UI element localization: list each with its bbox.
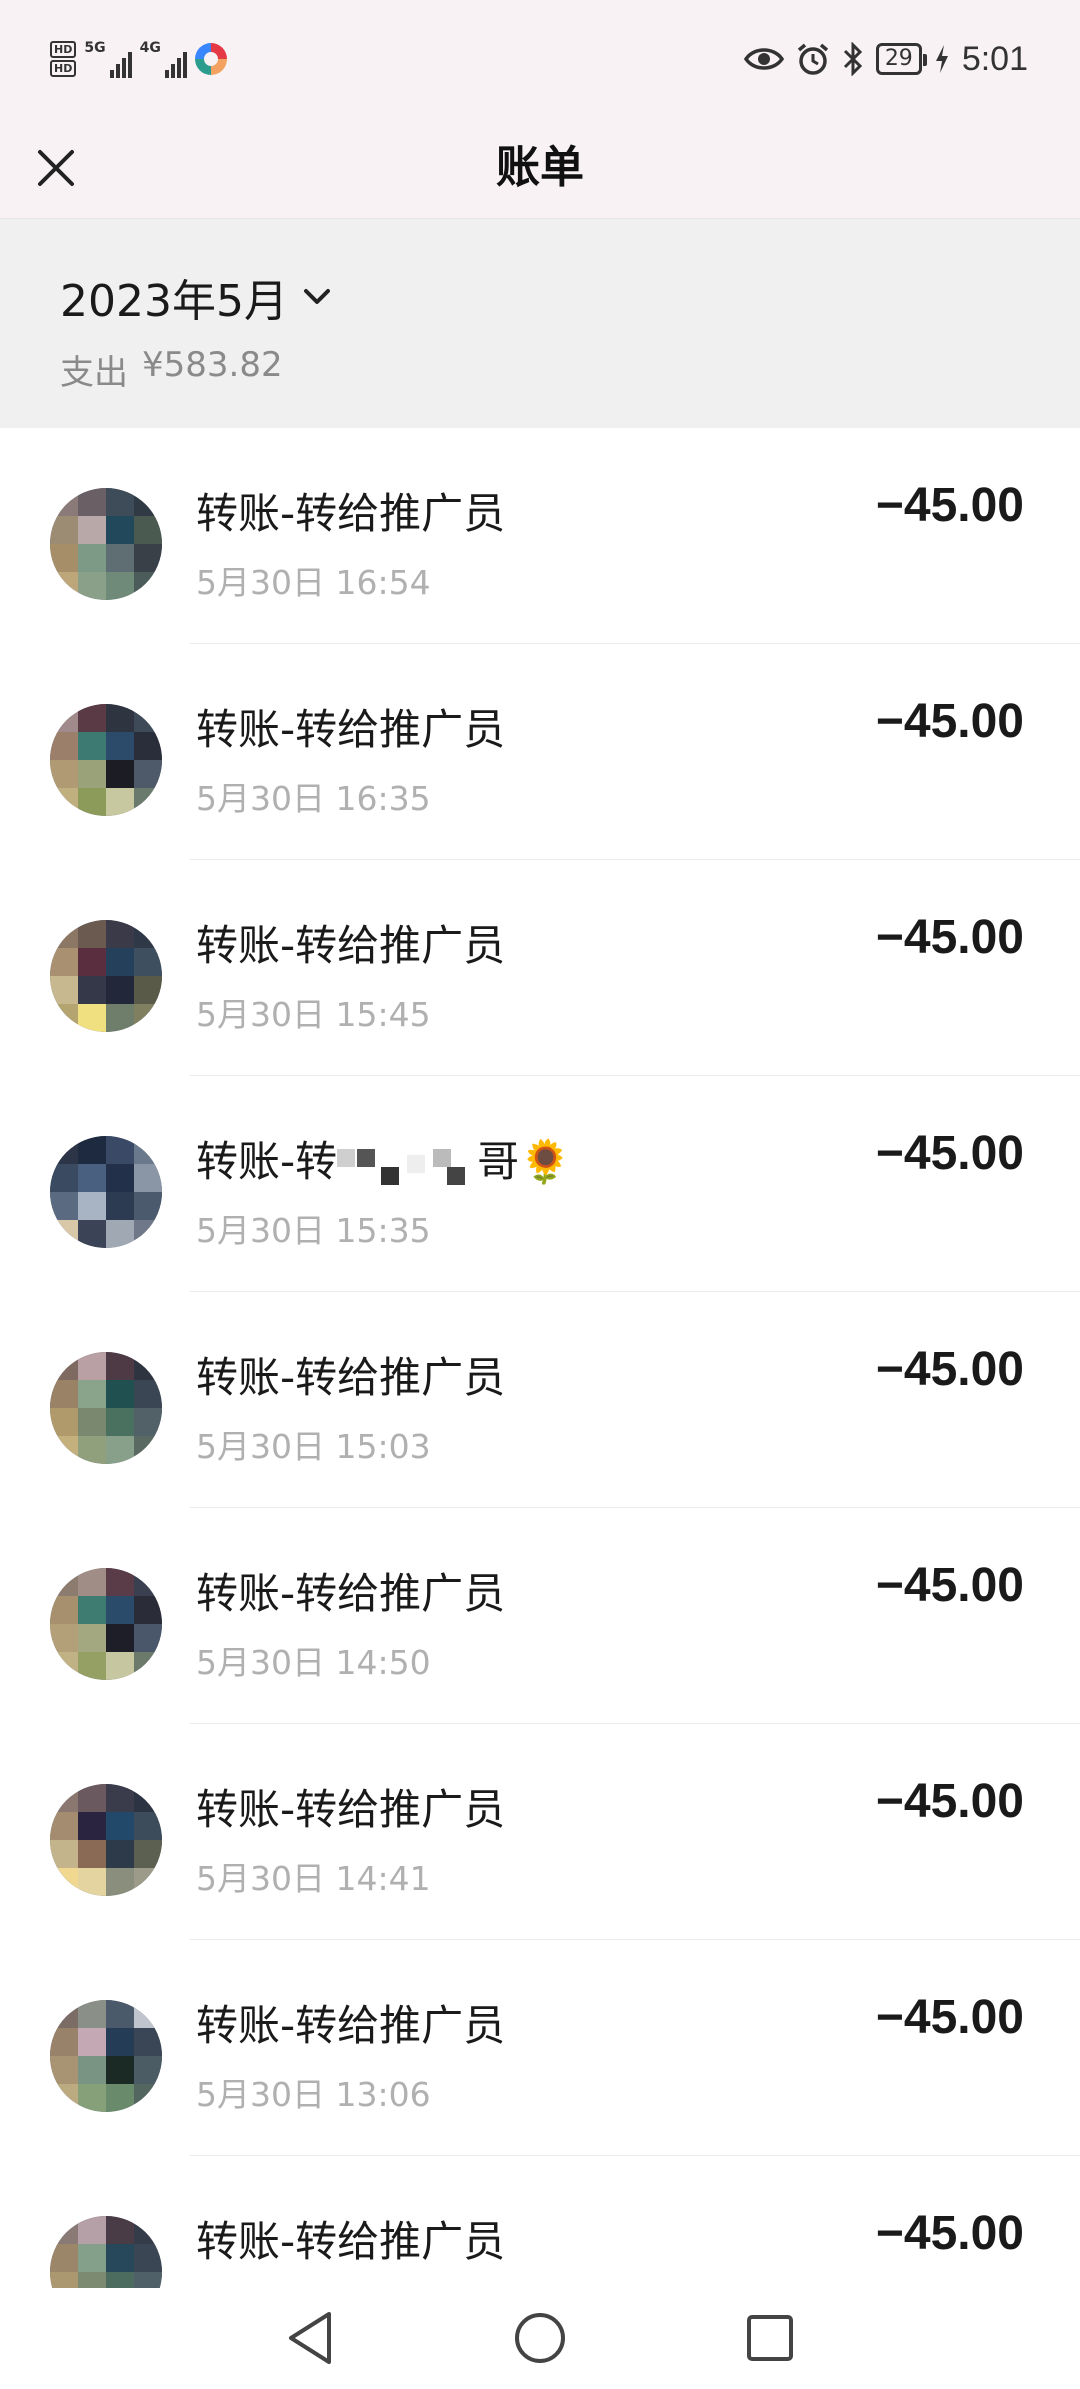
transaction-amount: −45.00 (875, 1991, 1024, 2044)
hd-indicators: HD HD (50, 41, 77, 77)
transaction-time: 5月30日 16:54 (196, 563, 431, 602)
back-triangle-icon (289, 2312, 331, 2364)
month-label: 2023年5月 (60, 276, 288, 327)
expense-summary: 支出 ¥583.82 (60, 345, 283, 394)
transaction-amount: −45.00 (875, 1343, 1024, 1396)
hd-tag: HD (50, 60, 77, 77)
battery-indicator: 29 (875, 43, 927, 75)
transaction-amount: −45.00 (875, 479, 1024, 532)
transaction-amount: −45.00 (875, 695, 1024, 748)
transaction-title: 转账-转给推广员 (196, 921, 506, 970)
transaction-time: 5月30日 13:06 (196, 2075, 431, 2114)
transaction-row[interactable]: 转账-转给推广员 5月30日 15:03 −45.00 (0, 1292, 1080, 1508)
transaction-title: 转账-转给推广员 (196, 1785, 506, 1834)
signal-4g-icon: 4G (140, 40, 187, 78)
header: 账单 (0, 118, 1080, 218)
transaction-row[interactable]: 转账-转给推广员 5月30日 16:35 −45.00 (0, 644, 1080, 860)
transaction-time: 5月30日 15:35 (196, 1211, 431, 1250)
chevron-down-icon (303, 289, 330, 304)
month-picker[interactable]: 2023年5月 (60, 267, 332, 327)
transaction-amount: −45.00 (875, 911, 1024, 964)
bluetooth-icon (843, 42, 862, 76)
transaction-title: 转账-转给推广员 (196, 2217, 506, 2266)
transaction-list: 转账-转给推广员 5月30日 16:54 −45.00 转账-转给推广员 5月3… (0, 428, 1080, 2288)
transaction-row[interactable]: 转账-转给推广员 5月30日 15:45 −45.00 (0, 860, 1080, 1076)
charging-bolt-icon (935, 45, 948, 73)
transaction-title: 转账-转给推广员 (196, 1353, 506, 1402)
expense-amount: ¥583.82 (142, 345, 283, 385)
transaction-time: 5月30日 14:50 (196, 1643, 431, 1682)
network-type-label: 5G (84, 40, 106, 56)
transaction-row[interactable]: 转账-转给推广员 5月30日 14:50 −45.00 (0, 1508, 1080, 1724)
transaction-amount: −45.00 (875, 1559, 1024, 1612)
expense-label: 支出 (60, 353, 128, 393)
nav-home-button[interactable] (508, 2306, 572, 2370)
signal-5g-icon: 5G (84, 40, 132, 78)
nav-recents-button[interactable] (738, 2306, 802, 2370)
home-circle-icon (515, 2313, 565, 2363)
app-notification-icon (194, 43, 227, 75)
redacted-name (337, 1145, 477, 1185)
avatar (50, 1352, 162, 1464)
avatar (50, 2216, 162, 2288)
transaction-row[interactable]: 转账-转给推广员 5月30日 14:41 −45.00 (0, 1724, 1080, 1940)
transaction-row[interactable]: 转账-转给推广员 5月30日 16:54 −45.00 (0, 428, 1080, 644)
alarm-icon (797, 43, 828, 75)
avatar (50, 1784, 162, 1896)
transaction-time: 5月30日 16:35 (196, 779, 431, 818)
network-type-label: 4G (139, 40, 161, 56)
transaction-amount: −45.00 (875, 2207, 1024, 2260)
transaction-row[interactable]: 转账-转 哥🌻 5月30日 15:35 −45.00 (0, 1076, 1080, 1292)
avatar (50, 488, 162, 600)
transaction-title: 转账-转给推广员 (196, 1569, 506, 1618)
status-time: 5:01 (961, 39, 1028, 78)
hd-tag: HD (50, 41, 77, 58)
transaction-title-prefix: 转账-转 (196, 1137, 338, 1186)
avatar (50, 1568, 162, 1680)
avatar (50, 920, 162, 1032)
status-bar: HD HD 5G 4G 29 5:01 (0, 0, 1080, 118)
nav-back-button[interactable] (278, 2306, 342, 2370)
system-nav-bar (0, 2288, 1080, 2389)
transaction-time: 5月30日 15:03 (196, 1427, 431, 1466)
avatar (50, 1136, 162, 1248)
page-title: 账单 (496, 142, 584, 193)
transaction-title: 转账-转给推广员 (196, 489, 506, 538)
eye-icon (743, 48, 784, 70)
transaction-row[interactable]: 转账-转给推广员 5月30日 13:06 −45.00 (0, 1940, 1080, 2156)
status-right: 29 5:01 (743, 34, 1028, 84)
avatar (50, 2000, 162, 2112)
transaction-amount: −45.00 (875, 1775, 1024, 1828)
transaction-title: 转账-转给推广员 (196, 2001, 506, 2050)
transaction-row[interactable]: 转账-转给推广员 −45.00 (0, 2156, 1080, 2288)
transaction-time: 5月30日 15:45 (196, 995, 431, 1034)
transaction-amount: −45.00 (875, 1127, 1024, 1180)
avatar (50, 704, 162, 816)
transaction-title: 转账-转给推广员 (196, 705, 506, 754)
transaction-time: 5月30日 14:41 (196, 1859, 431, 1898)
transaction-title-suffix: 哥🌻 (477, 1137, 572, 1186)
month-summary: 2023年5月 支出 ¥583.82 (0, 218, 1080, 429)
recents-square-icon (747, 2315, 793, 2361)
transaction-title: 转账-转 哥🌻 (196, 1128, 571, 1189)
status-left: HD HD 5G 4G (50, 34, 227, 84)
